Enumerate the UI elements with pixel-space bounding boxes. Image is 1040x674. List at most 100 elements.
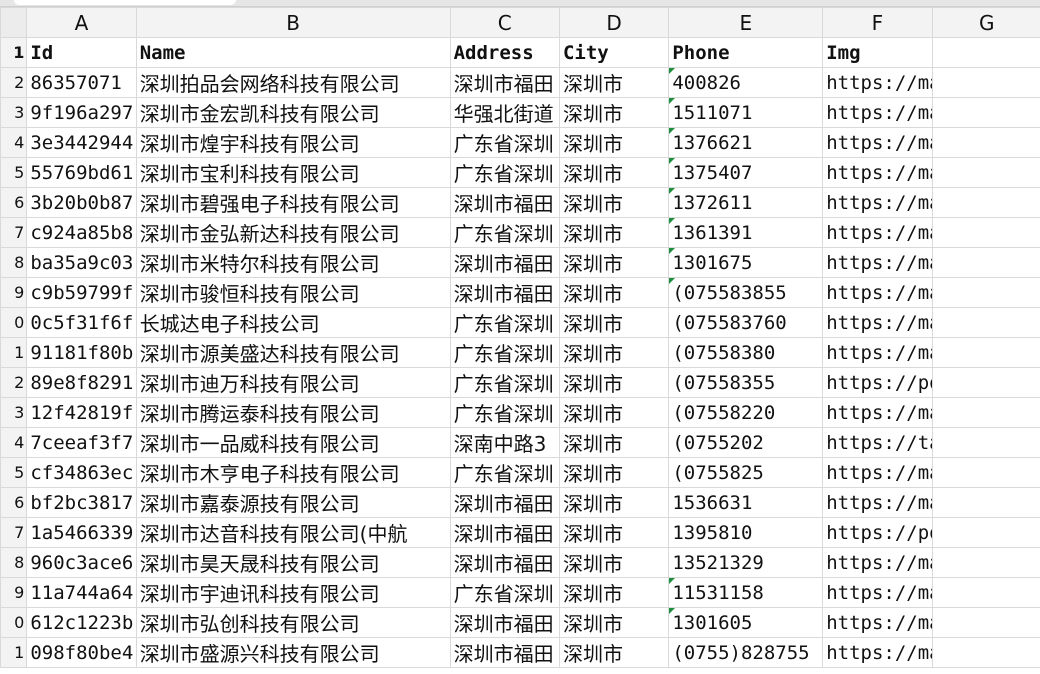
- active-tab[interactable]: [14, 0, 236, 5]
- cell-name[interactable]: 深圳市金宏凯科技有限公司: [135, 97, 451, 128]
- cell-city[interactable]: 深圳市: [558, 607, 670, 638]
- column-header-d[interactable]: D: [558, 7, 670, 38]
- column-header-e[interactable]: E: [668, 7, 824, 38]
- cell-name[interactable]: 深圳市盛源兴科技有限公司: [135, 637, 451, 668]
- row-number[interactable]: 3: [0, 97, 28, 128]
- cell-address[interactable]: 广东省深圳: [449, 457, 560, 488]
- cell[interactable]: Address: [449, 37, 560, 68]
- cell-name[interactable]: 深圳市木亨电子科技有限公司: [135, 457, 451, 488]
- cell-img[interactable]: https://map-mobile-: [822, 337, 933, 368]
- row-number[interactable]: 9: [0, 277, 28, 308]
- cell-img[interactable]: https://map-mobile-: [822, 637, 933, 668]
- cell-city[interactable]: 深圳市: [558, 217, 670, 248]
- row-number[interactable]: 2: [0, 367, 28, 398]
- cell-city[interactable]: 深圳市: [558, 67, 670, 98]
- row-number[interactable]: 1: [0, 37, 28, 68]
- cell-img[interactable]: https://map-mobile-: [822, 307, 933, 338]
- cell-address[interactable]: 广东省深圳: [449, 577, 560, 608]
- cell-city[interactable]: 深圳市: [558, 337, 670, 368]
- cell-empty[interactable]: [931, 187, 1040, 218]
- row-number[interactable]: 3: [0, 397, 28, 428]
- cell-empty[interactable]: [931, 97, 1040, 128]
- row-number[interactable]: 5: [0, 157, 28, 188]
- cell-address[interactable]: 广东省深圳: [449, 127, 560, 158]
- cell-id[interactable]: 3b20b0b87: [26, 187, 137, 218]
- cell-name[interactable]: 深圳拍品会网络科技有限公司: [135, 67, 451, 98]
- row-number[interactable]: 0: [0, 607, 28, 638]
- row-number[interactable]: 5: [0, 457, 28, 488]
- cell-phone[interactable]: 1536631: [668, 487, 824, 518]
- cell-img[interactable]: https://map-mobile-: [822, 127, 933, 158]
- cell-address[interactable]: 广东省深圳: [449, 217, 560, 248]
- cell-phone[interactable]: 1301605: [668, 607, 824, 638]
- cell-city[interactable]: 深圳市: [558, 157, 670, 188]
- cell-address[interactable]: 深圳市福田: [449, 487, 560, 518]
- cell-img[interactable]: https://poi-pic.cdn: [822, 517, 933, 548]
- cell-id[interactable]: 7ceeaf3f7: [26, 427, 137, 458]
- cell-city[interactable]: 深圳市: [558, 517, 670, 548]
- cell-empty[interactable]: [931, 217, 1040, 248]
- cell-id[interactable]: 86357071: [26, 67, 137, 98]
- cell-name[interactable]: 深圳市达音科技有限公司(中航: [135, 517, 451, 548]
- cell[interactable]: Img: [822, 37, 933, 68]
- cell-empty[interactable]: [931, 157, 1040, 188]
- cell-img[interactable]: https://map-mobile-: [822, 97, 933, 128]
- cell-name[interactable]: 深圳市煌宇科技有限公司: [135, 127, 451, 158]
- cell-id[interactable]: 9f196a297: [26, 97, 137, 128]
- cell-phone[interactable]: 1511071: [668, 97, 824, 128]
- spreadsheet-grid[interactable]: A B C D E F G 1 Id Name Address City Pho…: [0, 7, 1040, 674]
- cell-name[interactable]: 深圳市迪万科技有限公司: [135, 367, 451, 398]
- cell-address[interactable]: 广东省深圳: [449, 307, 560, 338]
- row-number[interactable]: 1: [0, 337, 28, 368]
- select-all-corner[interactable]: [0, 7, 28, 38]
- cell-empty[interactable]: [931, 487, 1040, 518]
- cell-phone[interactable]: 1395810: [668, 517, 824, 548]
- cell-img[interactable]: https://map-mobile-: [822, 187, 933, 218]
- cell-city[interactable]: 深圳市: [558, 637, 670, 668]
- cell-img[interactable]: https://map-mobile-: [822, 217, 933, 248]
- cell-empty[interactable]: [931, 337, 1040, 368]
- cell-phone[interactable]: (0755202: [668, 427, 824, 458]
- cell-address[interactable]: 广东省深圳: [449, 337, 560, 368]
- cell-address[interactable]: 深圳市福田: [449, 187, 560, 218]
- cell-empty[interactable]: [931, 397, 1040, 428]
- cell-empty[interactable]: [931, 307, 1040, 338]
- cell-empty[interactable]: [931, 67, 1040, 98]
- cell-img[interactable]: https://map-mobile-: [822, 157, 933, 188]
- cell-img[interactable]: https://map-mobile-: [822, 457, 933, 488]
- row-number[interactable]: 0: [0, 307, 28, 338]
- column-header-f[interactable]: F: [822, 7, 933, 38]
- cell-id[interactable]: 11a744a64: [26, 577, 137, 608]
- cell-city[interactable]: 深圳市: [558, 97, 670, 128]
- cell-address[interactable]: 深圳市福田: [449, 637, 560, 668]
- row-number[interactable]: 6: [0, 187, 28, 218]
- cell-id[interactable]: 3e3442944: [26, 127, 137, 158]
- cell-city[interactable]: 深圳市: [558, 547, 670, 578]
- cell-phone[interactable]: (0755825: [668, 457, 824, 488]
- cell-city[interactable]: 深圳市: [558, 397, 670, 428]
- row-number[interactable]: 7: [0, 517, 28, 548]
- cell-address[interactable]: 深南中路3: [449, 427, 560, 458]
- cell-img[interactable]: https://map-mobile-: [822, 547, 933, 578]
- cell-empty[interactable]: [931, 277, 1040, 308]
- cell-phone[interactable]: 11531158: [668, 577, 824, 608]
- cell-address[interactable]: 广东省深圳: [449, 367, 560, 398]
- cell-id[interactable]: 89e8f8291: [26, 367, 137, 398]
- cell-city[interactable]: 深圳市: [558, 577, 670, 608]
- cell[interactable]: Name: [135, 37, 451, 68]
- cell-address[interactable]: 广东省深圳: [449, 397, 560, 428]
- cell-img[interactable]: https://map-mobile-: [822, 67, 933, 98]
- cell-empty[interactable]: [931, 247, 1040, 278]
- cell-city[interactable]: 深圳市: [558, 487, 670, 518]
- cell-phone[interactable]: (075583760: [668, 307, 824, 338]
- cell-id[interactable]: 612c1223b: [26, 607, 137, 638]
- column-header-a[interactable]: A: [26, 7, 137, 38]
- cell-phone[interactable]: 1301675: [668, 247, 824, 278]
- row-number[interactable]: 7: [0, 217, 28, 248]
- cell-phone[interactable]: (075583855: [668, 277, 824, 308]
- cell-phone[interactable]: 1375407: [668, 157, 824, 188]
- cell-name[interactable]: 深圳市碧强电子科技有限公司: [135, 187, 451, 218]
- cell-id[interactable]: ba35a9c03: [26, 247, 137, 278]
- row-number[interactable]: 2: [0, 67, 28, 98]
- cell-img[interactable]: https://poi-pic.cdn: [822, 367, 933, 398]
